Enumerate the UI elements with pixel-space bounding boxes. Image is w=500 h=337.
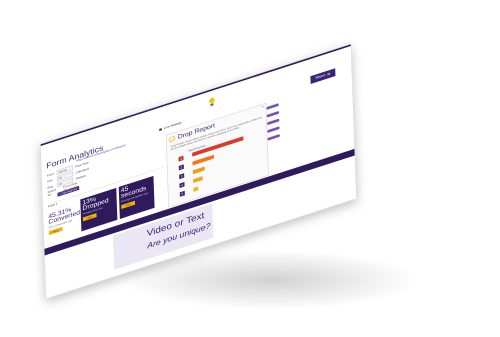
drop-bar[interactable] — [192, 154, 215, 166]
checkbox-icon[interactable] — [159, 127, 162, 131]
drop-bar[interactable] — [193, 186, 199, 192]
field-tag[interactable] — [266, 118, 280, 126]
close-icon[interactable]: × — [262, 105, 264, 109]
clock-icon: ◷ — [168, 135, 176, 143]
envelope-icon: ✉ — [327, 72, 331, 77]
drop-bar[interactable] — [192, 166, 205, 175]
field-tag[interactable] — [267, 126, 280, 133]
field-tag[interactable] — [266, 110, 280, 118]
lightbulb-logo-icon — [208, 97, 215, 107]
drop-bar[interactable] — [193, 176, 203, 184]
screenshot-stage: Form Analytics http://www.formanalytics.… — [0, 0, 500, 337]
conversion-kpi-card: 45.31% Converted Form conversion rate Vi… — [48, 204, 80, 243]
share-label: Share — [315, 73, 326, 81]
filter-value: Visitors — [75, 174, 86, 181]
share-button[interactable]: Share ✉ — [310, 68, 336, 84]
field-tag[interactable] — [267, 133, 280, 141]
field-tags — [266, 103, 280, 145]
field-tag[interactable] — [266, 103, 279, 110]
live-settings-label: Live Settings — [163, 121, 182, 131]
